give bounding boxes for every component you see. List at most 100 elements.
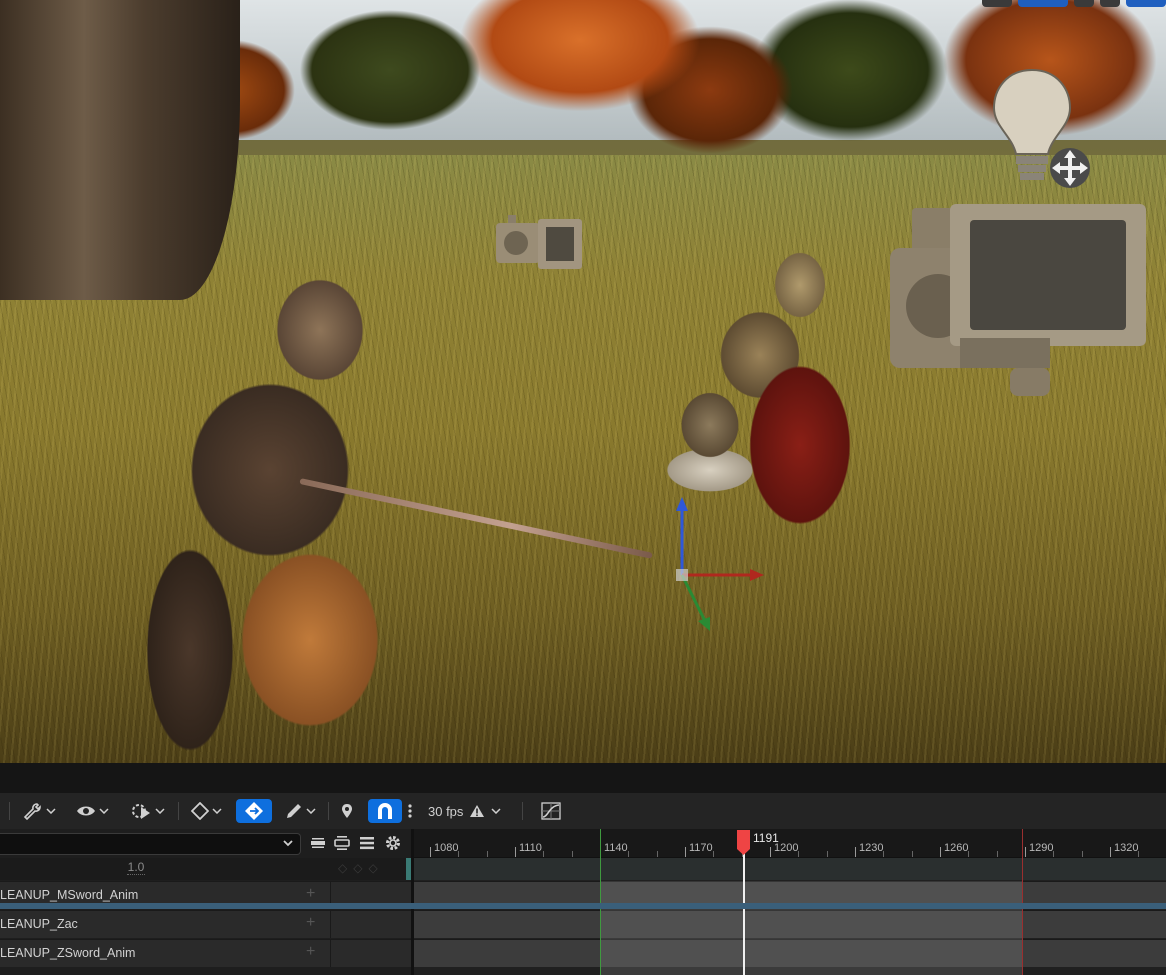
toolbar-separator: [9, 802, 10, 820]
viewport-camera-button[interactable]: [1100, 0, 1120, 7]
viewport-mode-button[interactable]: [1018, 0, 1068, 7]
curve-editor-icon: [541, 802, 561, 820]
ruler-minor-tick: [798, 851, 799, 857]
timeline-weight-row: [414, 858, 1166, 880]
ruler-minor-tick: [543, 851, 544, 857]
viewport-setting-button[interactable]: [1074, 0, 1094, 7]
ruler-minor-tick: [827, 851, 828, 857]
ruler-tick-label: 1320: [1114, 842, 1139, 854]
chevron-down-icon: [154, 808, 165, 814]
track-row[interactable]: LEANUP_ZSword_Anim +: [0, 939, 413, 967]
track-outliner: 1.0 ◇◇◇ LEANUP_MSword_Anim + LEANUP_Zac …: [0, 829, 413, 975]
track-row[interactable]: LEANUP_Zac +: [0, 910, 413, 938]
settings-gear-icon[interactable]: [384, 834, 402, 852]
weight-value[interactable]: 1.0: [127, 860, 145, 875]
ruler-tick: [770, 847, 771, 857]
ruler-tick: [855, 847, 856, 857]
chevron-down-icon: [98, 808, 109, 814]
snap-toggle[interactable]: [368, 799, 402, 823]
wrench-icon: [23, 803, 41, 820]
ruler-tick-label: 1110: [519, 842, 542, 854]
camera-actor-large-icon[interactable]: [890, 198, 1148, 398]
chevron-down-icon: [305, 808, 316, 814]
time-ruler[interactable]: 1080 1110 1140 1170 1200 1230 1260 1290 1320: [414, 829, 1166, 858]
viewport-options-button[interactable]: [982, 0, 1012, 7]
warning-icon: [470, 805, 485, 817]
toolbar-separator: [522, 802, 523, 820]
weight-row: 1.0 ◇◇◇: [0, 858, 413, 880]
add-track-button[interactable]: +: [306, 943, 315, 961]
ruler-tick-label: 1230: [859, 842, 884, 854]
ruler-tick-label: 1170: [689, 842, 713, 854]
ruler-minor-tick: [628, 851, 629, 857]
sequencer-panel: 30 fps 1.0 ◇◇◇ LEANUP_MSword_Anim + LEAN…: [0, 763, 1166, 975]
track-label: LEANUP_MSword_Anim: [0, 888, 139, 902]
ruler-minor-tick: [572, 851, 573, 857]
column-divider: [330, 911, 331, 938]
ruler-tick: [940, 847, 941, 857]
ruler-minor-tick: [912, 851, 913, 857]
playback-options-button[interactable]: [127, 799, 167, 823]
timeline-area[interactable]: 1080 1110 1140 1170 1200 1230 1260 1290 1320 119…: [414, 829, 1166, 975]
viewport-toolbar: [982, 0, 1166, 8]
viewport-layout-button[interactable]: [1126, 0, 1166, 7]
collapse-all-icon[interactable]: [309, 834, 327, 852]
snap-options-button[interactable]: [404, 799, 416, 823]
ruler-tick-label: 1290: [1029, 842, 1054, 854]
playhead-line[interactable]: [743, 849, 745, 975]
tree-trunk: [0, 0, 240, 300]
expand-tracks-icon[interactable]: [333, 834, 351, 852]
ruler-minor-tick: [657, 851, 658, 857]
ruler-minor-tick: [968, 851, 969, 857]
fps-label: 30 fps: [428, 803, 464, 819]
chevron-down-icon: [491, 808, 501, 814]
tools-dropdown-button[interactable]: [20, 799, 58, 823]
key-options-button[interactable]: [188, 799, 224, 823]
track-label: LEANUP_Zac: [0, 917, 78, 931]
chevron-down-icon: [45, 808, 56, 814]
playback-end-marker[interactable]: [1022, 829, 1023, 975]
ruler-minor-tick: [1053, 851, 1054, 857]
curve-editor-button[interactable]: [538, 799, 564, 823]
framerate-dropdown[interactable]: 30 fps: [428, 799, 510, 823]
sequencer-header: [0, 763, 1166, 793]
add-track-button[interactable]: +: [306, 914, 315, 932]
chevron-down-icon: [211, 808, 222, 814]
playback-range: [600, 881, 1022, 975]
ruler-tick-label: 1080: [434, 842, 459, 854]
point-light-icon[interactable]: [992, 68, 1092, 194]
add-marker-button[interactable]: [338, 799, 356, 823]
magnet-icon: [378, 803, 392, 819]
key-navigation-buttons[interactable]: ◇◇◇: [338, 861, 404, 877]
transform-gizmo-icon[interactable]: [640, 495, 770, 635]
track-label: LEANUP_ZSword_Anim: [0, 946, 136, 960]
edit-mode-button[interactable]: [282, 799, 318, 823]
more-vertical-icon: [408, 804, 412, 818]
location-pin-icon: [342, 804, 352, 818]
ruler-minor-tick: [997, 851, 998, 857]
ruler-tick: [685, 847, 686, 857]
diamond-key-icon: [190, 802, 209, 820]
add-track-button[interactable]: +: [306, 885, 315, 903]
playback-start-marker[interactable]: [600, 829, 601, 975]
camera-actor-small-icon[interactable]: [494, 205, 586, 273]
toolbar-separator: [178, 802, 179, 820]
selected-row-highlight: [0, 903, 1166, 909]
chevron-down-icon: [283, 840, 293, 847]
gear-play-icon: [131, 804, 150, 819]
level-viewport[interactable]: [0, 0, 1166, 763]
sequencer-toolbar: 30 fps: [0, 793, 1166, 830]
playhead-handle-icon[interactable]: [736, 829, 751, 856]
ruler-minor-tick: [458, 851, 459, 857]
auto-key-toggle[interactable]: [236, 799, 272, 823]
view-options-button[interactable]: [73, 799, 111, 823]
column-divider: [330, 940, 331, 967]
current-frame-label: 1191: [753, 831, 779, 845]
track-filter-input[interactable]: [0, 833, 301, 855]
ruler-minor-tick: [487, 851, 488, 857]
knight-left-character[interactable]: [120, 260, 430, 760]
ruler-minor-tick: [883, 851, 884, 857]
hamburger-menu-icon[interactable]: [358, 834, 376, 852]
auto-key-icon: [245, 802, 263, 820]
ruler-tick: [1110, 847, 1111, 857]
